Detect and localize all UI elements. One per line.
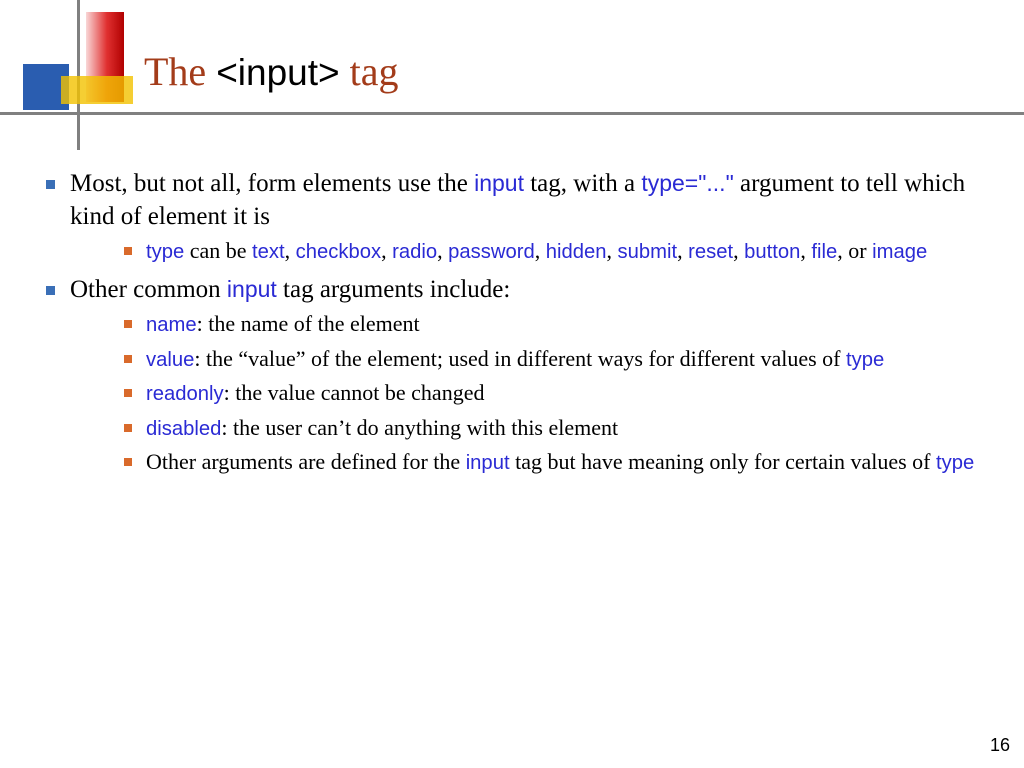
keyword-input: input [466,452,510,474]
keyword-checkbox: checkbox [296,241,381,263]
text: , [437,238,448,263]
title-code: <input> [216,52,339,93]
bullet-2-sub-3: readonly: the value cannot be changed [120,379,990,408]
keyword-hidden: hidden [546,241,607,263]
text: Most, but not all, form elements use the [70,170,474,197]
logo-vertical-rule [77,0,80,150]
text: , [535,238,546,263]
keyword-type: type [846,349,884,371]
bullet-2: Other common input tag arguments include… [40,274,990,477]
bullet-2-sub-5: Other arguments are defined for the inpu… [120,448,990,477]
text: : the value cannot be changed [224,380,485,405]
bullet-1-sub-1: type can be text, checkbox, radio, passw… [120,237,990,266]
slide-title: The <input> tag [144,48,399,95]
keyword-input: input [474,170,524,196]
text: , [607,238,618,263]
keyword-type: type [146,241,184,263]
title-text-pre: The [144,49,216,94]
text: , or [837,238,872,263]
keyword-image: image [872,241,927,263]
keyword-type-attr: type="..." [641,170,733,196]
keyword-reset: reset [688,241,733,263]
logo-horizontal-rule [0,112,1024,115]
slide-logo [23,12,143,132]
page-number: 16 [990,735,1010,756]
text: , [381,238,392,263]
bullet-2-sub-1: name: the name of the element [120,310,990,339]
keyword-type: type [936,452,974,474]
text: , [733,238,744,263]
logo-yellow-bar [61,76,133,104]
text: Other common [70,276,227,303]
bullet-1: Most, but not all, form elements use the… [40,168,990,266]
text: can be [184,238,252,263]
text: : the user can’t do anything with this e… [221,415,618,440]
text: , [285,238,296,263]
bullet-2-sub-2: value: the “value” of the element; used … [120,345,990,374]
text: tag, with a [524,170,641,197]
text: tag arguments include: [277,276,511,303]
slide: The <input> tag Most, but not all, form … [0,0,1024,768]
keyword-readonly: readonly [146,383,224,405]
keyword-text: text [252,241,285,263]
text: , [677,238,688,263]
keyword-disabled: disabled [146,418,221,440]
keyword-password: password [448,241,535,263]
keyword-name: name [146,314,197,336]
slide-body: Most, but not all, form elements use the… [40,168,990,485]
keyword-submit: submit [618,241,678,263]
text: , [800,238,811,263]
keyword-value: value [146,349,194,371]
text: Other arguments are defined for the [146,449,466,474]
text: : the “value” of the element; used in di… [194,346,846,371]
title-text-post: tag [340,49,399,94]
keyword-file: file [811,241,837,263]
keyword-input: input [227,276,277,302]
keyword-radio: radio [392,241,437,263]
keyword-button: button [744,241,800,263]
text: : the name of the element [197,311,420,336]
bullet-2-sub-4: disabled: the user can’t do anything wit… [120,414,990,443]
text: tag but have meaning only for certain va… [510,449,936,474]
